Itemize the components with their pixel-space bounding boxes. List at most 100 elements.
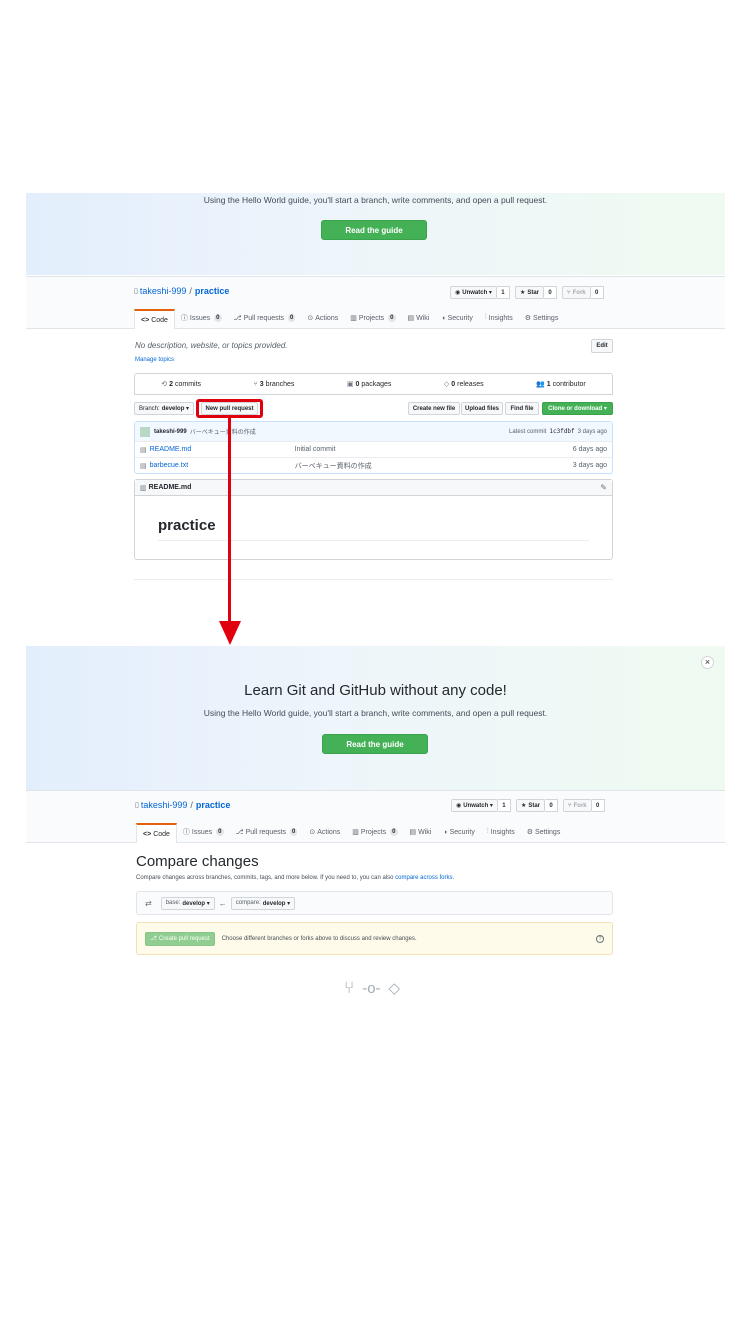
file-name-link[interactable]: barbecue.txt (150, 462, 295, 469)
tab-security-label: Security (449, 828, 475, 836)
tab-projects[interactable]: ▥ Projects 0 (350, 308, 396, 328)
package-icon: ▣ (346, 381, 354, 388)
tab-insights[interactable]: ⫶ Insights (485, 308, 513, 328)
unwatch-button[interactable]: ◉ Unwatch ▾ (451, 799, 498, 812)
close-banner-icon[interactable]: × (701, 656, 714, 669)
repo-owner-link[interactable]: takeshi-999 (140, 286, 187, 296)
bottom-hero-banner: × Learn Git and GitHub without any code!… (26, 646, 725, 790)
code-icon: <> (143, 830, 152, 838)
tab-security[interactable]: ◖ Security (441, 308, 473, 328)
file-name-link[interactable]: README.md (150, 446, 295, 453)
flow-arrow-line (228, 418, 231, 622)
commit-sha[interactable]: 1c3fdbf (549, 428, 574, 435)
file-icon: ▤ (140, 462, 147, 470)
repo-name-link[interactable]: practice (196, 800, 231, 810)
commits-stat[interactable]: ⟲ 2 commits (161, 380, 201, 389)
unwatch-label: Unwatch ▾ (462, 290, 492, 296)
create-new-file-button[interactable]: Create new file (408, 402, 460, 415)
shield-icon: ◖ (441, 314, 446, 322)
packages-label: packages (361, 380, 392, 388)
contributors-stat[interactable]: 👥 1 contributor (536, 380, 586, 389)
pull-request-icon: ⎇ (235, 829, 244, 836)
branches-stat[interactable]: ⑂ 3 branches (254, 381, 295, 388)
issue-icon: ⓘ (180, 315, 188, 322)
watch-count[interactable]: 1 (496, 286, 510, 299)
star-button[interactable]: ★ Star (515, 799, 545, 812)
tab-issues-label: Issues (189, 314, 211, 322)
tab-settings[interactable]: ⚙ Settings (527, 822, 561, 842)
compare-branch-select[interactable]: compare: develop ▾ (230, 896, 296, 910)
fork-button[interactable]: ⑂ Fork (562, 286, 591, 299)
unwatch-button[interactable]: ◉ Unwatch ▾ (450, 286, 497, 299)
fork-icon: ⑂ (568, 802, 572, 809)
fork-icon: ⑂ (567, 289, 571, 296)
fork-button[interactable]: ⑂ Fork (563, 799, 592, 812)
eye-icon: ◉ (455, 290, 461, 296)
readme-heading: practice (158, 517, 216, 534)
unwatch-label: Unwatch ▾ (463, 803, 493, 809)
branches-count: 3 (259, 380, 264, 388)
releases-stat[interactable]: ◇ 0 releases (444, 380, 484, 389)
releases-count: 0 (451, 380, 456, 388)
star-count[interactable]: 0 (544, 286, 557, 299)
tab-code[interactable]: <> Code (134, 309, 175, 329)
clone-download-button[interactable]: Clone or download ▾ (542, 402, 613, 415)
commit-time: 3 days ago (577, 428, 607, 435)
upload-files-button[interactable]: Upload files (461, 402, 503, 415)
tab-actions[interactable]: ⊙ Actions (307, 308, 338, 328)
create-pull-request-button[interactable]: ⎇ Create pull request (145, 931, 215, 946)
find-file-button[interactable]: Find file (505, 402, 539, 415)
base-branch-select[interactable]: base: develop ▾ (160, 896, 215, 910)
create-pr-label: Create pull request (158, 935, 210, 942)
tab-actions[interactable]: ⊙ Actions (309, 822, 340, 842)
compare-across-forks-link[interactable]: compare across forks. (395, 875, 454, 881)
book-icon: ▤ (407, 315, 415, 322)
tab-issues[interactable]: ⓘ Issues 0 (183, 822, 224, 842)
edit-description-button[interactable]: Edit (591, 339, 613, 353)
top-read-guide-button[interactable]: Read the guide (321, 220, 427, 240)
repo-separator: / (190, 800, 193, 810)
fork-count[interactable]: 0 (590, 286, 604, 299)
help-icon[interactable]: ? (596, 934, 604, 943)
history-icon: ⟲ (161, 381, 168, 388)
tab-security[interactable]: ◖ Security (443, 822, 475, 842)
star-count[interactable]: 0 (545, 799, 558, 812)
file-commit-message[interactable]: Initial commit (295, 446, 336, 453)
pencil-icon[interactable]: ✎ (600, 483, 607, 492)
branch-select-label: Branch: (139, 405, 160, 412)
tab-issues-label: Issues (191, 828, 213, 836)
repo-owner-link[interactable]: takeshi-999 (141, 800, 188, 810)
compare-value: develop ▾ (262, 900, 291, 907)
commit-author[interactable]: takeshi-999 (154, 429, 187, 435)
tab-wiki[interactable]: ▤ Wiki (408, 308, 430, 328)
branch-icon: ⑂ (253, 380, 258, 388)
tab-insights[interactable]: ⫶ Insights (487, 822, 515, 842)
manage-topics-link[interactable]: Manage topics (135, 357, 174, 363)
tab-code-label: Code (153, 830, 170, 838)
tab-settings[interactable]: ⚙ Settings (525, 308, 559, 328)
repo-name-link[interactable]: practice (195, 286, 230, 296)
graph-icon: ⫶ (486, 828, 489, 835)
packages-stat[interactable]: ▣ 0 packages (346, 380, 392, 389)
star-button[interactable]: ★ Star (514, 286, 544, 299)
latest-commit-bar: takeshi-999 バーベキュー資料の作成 Latest commit 1c… (135, 422, 612, 441)
tab-wiki[interactable]: ▤ Wiki (410, 822, 432, 842)
read-guide-button[interactable]: Read the guide (322, 734, 428, 754)
tab-projects-label: Projects (358, 314, 385, 322)
tab-pull-requests[interactable]: ⎇ Pull requests 0 (236, 822, 298, 842)
file-commit-message[interactable]: バーベキュー資料の作成 (295, 461, 372, 471)
watch-count[interactable]: 1 (497, 799, 511, 812)
tab-code[interactable]: <> Code (136, 823, 177, 843)
commit-message[interactable]: バーベキュー資料の作成 (190, 427, 256, 436)
branches-label: branches (265, 380, 295, 388)
tab-pull-requests[interactable]: ⎇ Pull requests 0 (234, 308, 296, 328)
tab-insights-label: Insights (490, 828, 515, 836)
branch-select-button[interactable]: Branch: develop ▾ (134, 402, 195, 415)
tab-insights-label: Insights (488, 314, 513, 322)
tab-issues[interactable]: ⓘ Issues 0 (181, 308, 222, 328)
tab-projects[interactable]: ▥ Projects 0 (352, 822, 398, 842)
branch-select-value: develop ▾ (161, 406, 190, 412)
repo-icon: ▯ (134, 288, 138, 295)
fork-count[interactable]: 0 (591, 799, 605, 812)
graph-icon: ⫶ (484, 314, 487, 321)
